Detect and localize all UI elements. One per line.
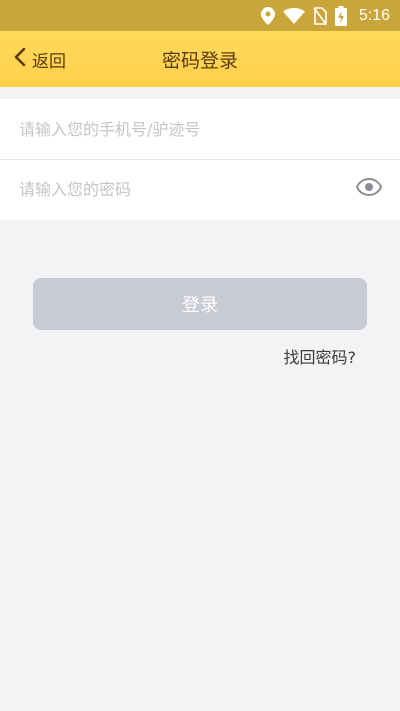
status-time: 5:16: [358, 6, 390, 24]
battery-charging-icon: [334, 5, 347, 26]
account-field: [0, 99, 400, 159]
nav-bar: 返回 密码登录: [0, 31, 400, 87]
chevron-left-icon: [14, 47, 26, 71]
back-label: 返回: [32, 51, 66, 72]
status-bar: 5:16: [0, 0, 400, 31]
login-button[interactable]: 登录: [33, 278, 367, 330]
location-icon: [260, 6, 275, 25]
account-input[interactable]: [19, 109, 339, 149]
wifi-icon: [282, 7, 305, 24]
show-password-eye-icon[interactable]: [355, 177, 383, 200]
password-field: [0, 159, 400, 219]
no-sim-icon: [313, 6, 327, 25]
forgot-password-link[interactable]: 找回密码?: [284, 344, 357, 368]
back-button[interactable]: 返回: [14, 31, 66, 87]
login-form: [0, 99, 400, 220]
password-input[interactable]: [19, 169, 339, 210]
